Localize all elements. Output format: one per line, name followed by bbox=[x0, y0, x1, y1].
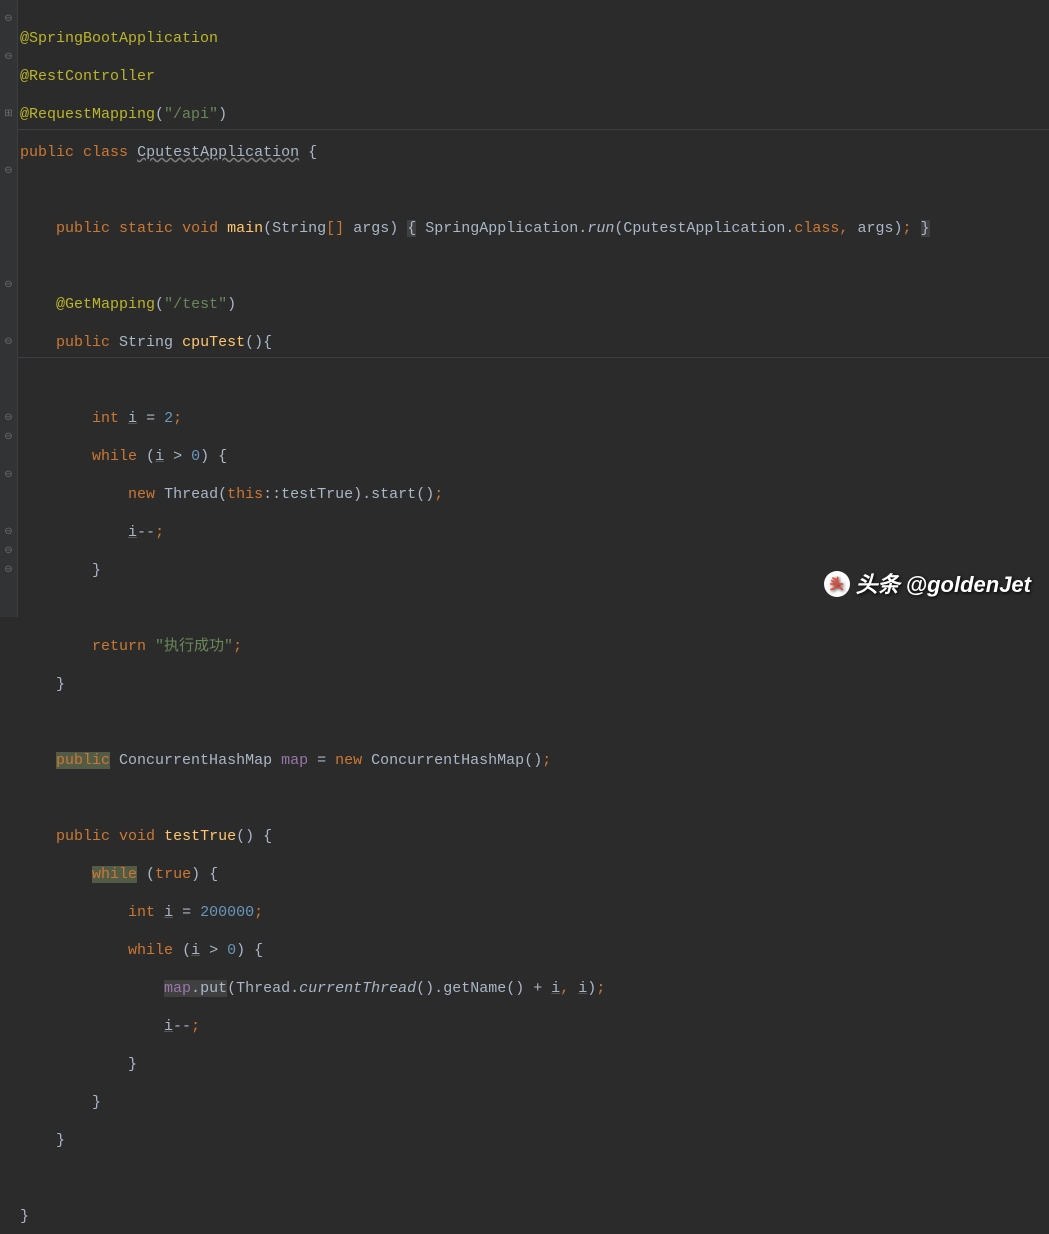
operator: -- bbox=[173, 1018, 191, 1035]
method-call: run bbox=[587, 220, 614, 237]
annotation: @SpringBootApplication bbox=[20, 30, 218, 47]
keyword: int bbox=[92, 410, 119, 427]
keyword: static bbox=[119, 220, 173, 237]
type: CputestApplication bbox=[623, 220, 785, 237]
annotation: @RequestMapping bbox=[20, 106, 155, 123]
keyword: while bbox=[128, 942, 173, 959]
variable: i bbox=[551, 980, 560, 997]
keyword: true bbox=[155, 866, 191, 883]
method-call: getName bbox=[443, 980, 506, 997]
keyword: public bbox=[56, 334, 110, 351]
string-literal: "/api" bbox=[164, 106, 218, 123]
keyword: class bbox=[83, 144, 128, 161]
keyword: return bbox=[92, 638, 146, 655]
type: String bbox=[272, 220, 326, 237]
variable: i bbox=[164, 1018, 173, 1035]
variable: i bbox=[578, 980, 587, 997]
method-ref: testTrue bbox=[281, 486, 353, 503]
code-editor[interactable]: @SpringBootApplication @RestController @… bbox=[20, 10, 930, 1234]
annotation: @RestController bbox=[20, 68, 155, 85]
keyword: while bbox=[92, 448, 137, 465]
fold-icon[interactable]: ⊖ bbox=[3, 565, 14, 576]
number-literal: 0 bbox=[227, 942, 236, 959]
method-name: testTrue bbox=[164, 828, 236, 845]
fold-icon[interactable]: ⊖ bbox=[3, 52, 14, 63]
fold-icon[interactable]: ⊖ bbox=[3, 546, 14, 557]
param: args bbox=[857, 220, 893, 237]
number-literal: 2 bbox=[164, 410, 173, 427]
string-literal: "/test" bbox=[164, 296, 227, 313]
keyword: int bbox=[128, 904, 155, 921]
annotation: @GetMapping bbox=[56, 296, 155, 313]
method-name: main bbox=[227, 220, 263, 237]
type: ConcurrentHashMap bbox=[119, 752, 272, 769]
keyword: public bbox=[56, 752, 110, 769]
fold-icon[interactable]: ⊖ bbox=[3, 432, 14, 443]
keyword: new bbox=[335, 752, 362, 769]
keyword: new bbox=[128, 486, 155, 503]
fold-icon[interactable]: ⊖ bbox=[3, 413, 14, 424]
keyword: public bbox=[56, 828, 110, 845]
method-call: start bbox=[371, 486, 416, 503]
param: args bbox=[353, 220, 389, 237]
keyword: public bbox=[20, 144, 74, 161]
type: ConcurrentHashMap bbox=[371, 752, 524, 769]
fold-icon[interactable]: ⊖ bbox=[3, 280, 14, 291]
method-call: currentThread bbox=[299, 980, 416, 997]
keyword: while bbox=[92, 866, 137, 883]
class-name: CputestApplication bbox=[137, 144, 299, 161]
keyword: void bbox=[182, 220, 218, 237]
variable: i bbox=[155, 448, 164, 465]
variable: i bbox=[128, 524, 137, 541]
keyword: class bbox=[794, 220, 839, 237]
type: String bbox=[119, 334, 173, 351]
variable: i bbox=[164, 904, 173, 921]
watermark-pre: 头条 bbox=[856, 575, 900, 594]
type: Thread bbox=[164, 486, 218, 503]
keyword: this bbox=[227, 486, 263, 503]
number-literal: 200000 bbox=[200, 904, 254, 921]
field-name: map bbox=[281, 752, 308, 769]
fold-icon[interactable]: ⊞ bbox=[3, 109, 14, 120]
fold-icon[interactable]: ⊖ bbox=[3, 14, 14, 25]
watermark-text: @goldenJet bbox=[906, 575, 1031, 594]
fold-icon[interactable]: ⊖ bbox=[3, 470, 14, 481]
field-ref: map bbox=[164, 980, 191, 997]
type: SpringApplication bbox=[425, 220, 578, 237]
number-literal: 0 bbox=[191, 448, 200, 465]
method-call: put bbox=[200, 980, 227, 997]
type: Thread bbox=[236, 980, 290, 997]
string-literal: "执行成功" bbox=[155, 638, 233, 655]
keyword: void bbox=[119, 828, 155, 845]
fold-icon[interactable]: ⊖ bbox=[3, 337, 14, 348]
gutter: ⊖ ⊖ ⊞ ⊖ ⊖ ⊖ ⊖ ⊖ ⊖ ⊖ ⊖ ⊖ bbox=[0, 0, 18, 617]
watermark: 头 头条 @goldenJet bbox=[824, 571, 1031, 597]
method-name: cpuTest bbox=[182, 334, 245, 351]
fold-icon[interactable]: ⊖ bbox=[3, 527, 14, 538]
toutiao-icon: 头 bbox=[824, 571, 850, 597]
keyword: public bbox=[56, 220, 110, 237]
fold-icon[interactable]: ⊖ bbox=[3, 166, 14, 177]
variable: i bbox=[191, 942, 200, 959]
operator: -- bbox=[137, 524, 155, 541]
variable: i bbox=[128, 410, 137, 427]
